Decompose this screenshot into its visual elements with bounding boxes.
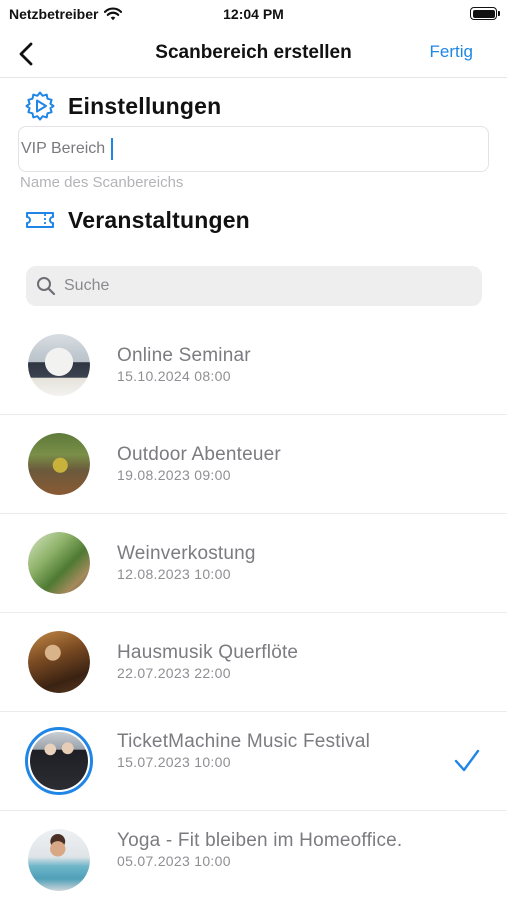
event-date: 19.08.2023 09:00 (117, 467, 231, 483)
event-title: Hausmusik Querflöte (117, 642, 299, 663)
event-list: Online Seminar 15.10.2024 08:00 Outdoor … (0, 316, 507, 900)
settings-heading-text: Einstellungen (68, 92, 222, 119)
ticket-icon (26, 212, 54, 228)
event-row-yoga[interactable]: Yoga - Fit bleiben im Homeoffice. 05.07.… (0, 811, 507, 900)
event-title: TicketMachine Music Festival (117, 731, 371, 752)
event-thumbnail (28, 334, 90, 396)
event-date: 22.07.2023 22:00 (117, 665, 231, 681)
checkmark-icon (454, 749, 480, 772)
events-heading: Veranstaltungen (24, 204, 250, 236)
event-date: 15.07.2023 10:00 (117, 754, 231, 770)
event-thumbnail-selected (25, 727, 93, 795)
navigation-bar: Scanbereich erstellen Fertig (0, 30, 507, 78)
event-row-hausmusik-querfloete[interactable]: Hausmusik Querflöte 22.07.2023 22:00 (0, 613, 507, 712)
settings-heading: Einstellungen (24, 90, 221, 122)
battery-icon (470, 7, 500, 20)
event-search-input[interactable] (64, 277, 464, 295)
done-button[interactable]: Fertig (430, 42, 473, 62)
event-date: 05.07.2023 10:00 (117, 853, 231, 869)
event-title: Outdoor Abenteuer (117, 444, 281, 465)
event-date: 12.08.2023 10:00 (117, 566, 231, 582)
event-thumbnail (28, 532, 90, 594)
event-thumbnail (28, 829, 90, 891)
event-title: Online Seminar (117, 345, 251, 366)
events-heading-text: Veranstaltungen (68, 206, 250, 233)
search-icon (37, 277, 56, 296)
text-cursor (111, 138, 113, 160)
settings-icon (25, 91, 55, 121)
event-title: Weinverkostung (117, 543, 256, 564)
scan-area-name-input[interactable] (19, 127, 488, 171)
event-row-weinverkostung[interactable]: Weinverkostung 12.08.2023 10:00 (0, 514, 507, 613)
scan-area-name-field[interactable] (18, 126, 489, 172)
event-search-bar[interactable] (26, 266, 482, 306)
event-thumbnail (28, 433, 90, 495)
event-row-ticketmachine-music-festival[interactable]: TicketMachine Music Festival 15.07.2023 … (0, 712, 507, 811)
scan-area-name-caption: Name des Scanbereichs (20, 174, 184, 191)
event-row-outdoor-abenteuer[interactable]: Outdoor Abenteuer 19.08.2023 09:00 (0, 415, 507, 514)
event-date: 15.10.2024 08:00 (117, 368, 231, 384)
status-time: 12:04 PM (223, 6, 284, 22)
event-title: Yoga - Fit bleiben im Homeoffice. (117, 830, 403, 851)
event-thumbnail (28, 631, 90, 693)
status-bar: Netzbetreiber 12:04 PM (0, 0, 507, 30)
event-row-online-seminar[interactable]: Online Seminar 15.10.2024 08:00 (0, 316, 507, 415)
